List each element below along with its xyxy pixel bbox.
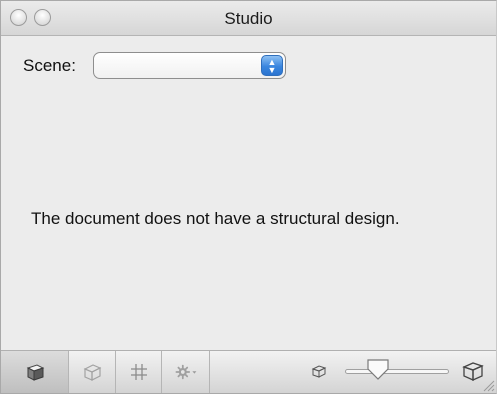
action-menu-button[interactable] (162, 351, 210, 393)
zoom-out-icon[interactable] (311, 363, 327, 379)
render-view-icon (26, 364, 44, 381)
gear-menu-icon (175, 364, 196, 380)
scene-select[interactable]: ▲ ▼ (93, 52, 286, 79)
scene-label: Scene: (23, 56, 76, 75)
box-view-icon (83, 364, 102, 381)
zoom-slider-track[interactable] (345, 369, 449, 374)
select-arrows-icon: ▲ ▼ (261, 55, 283, 76)
zoom-slider-knob[interactable] (365, 358, 391, 382)
render-view-button[interactable] (1, 351, 69, 393)
box-view-button[interactable] (69, 351, 116, 393)
empty-state-message: The document does not have a structural … (31, 209, 400, 228)
grid-icon (130, 364, 147, 380)
resize-grip-icon[interactable] (481, 378, 495, 392)
title-bar: Studio (1, 1, 496, 36)
bottom-toolbar (1, 350, 496, 393)
zoom-slider-group (311, 357, 491, 387)
studio-window: Studio Scene: ▲ ▼ The document does not h… (0, 0, 497, 394)
window-title: Studio (224, 9, 273, 28)
grid-button[interactable] (116, 351, 162, 393)
